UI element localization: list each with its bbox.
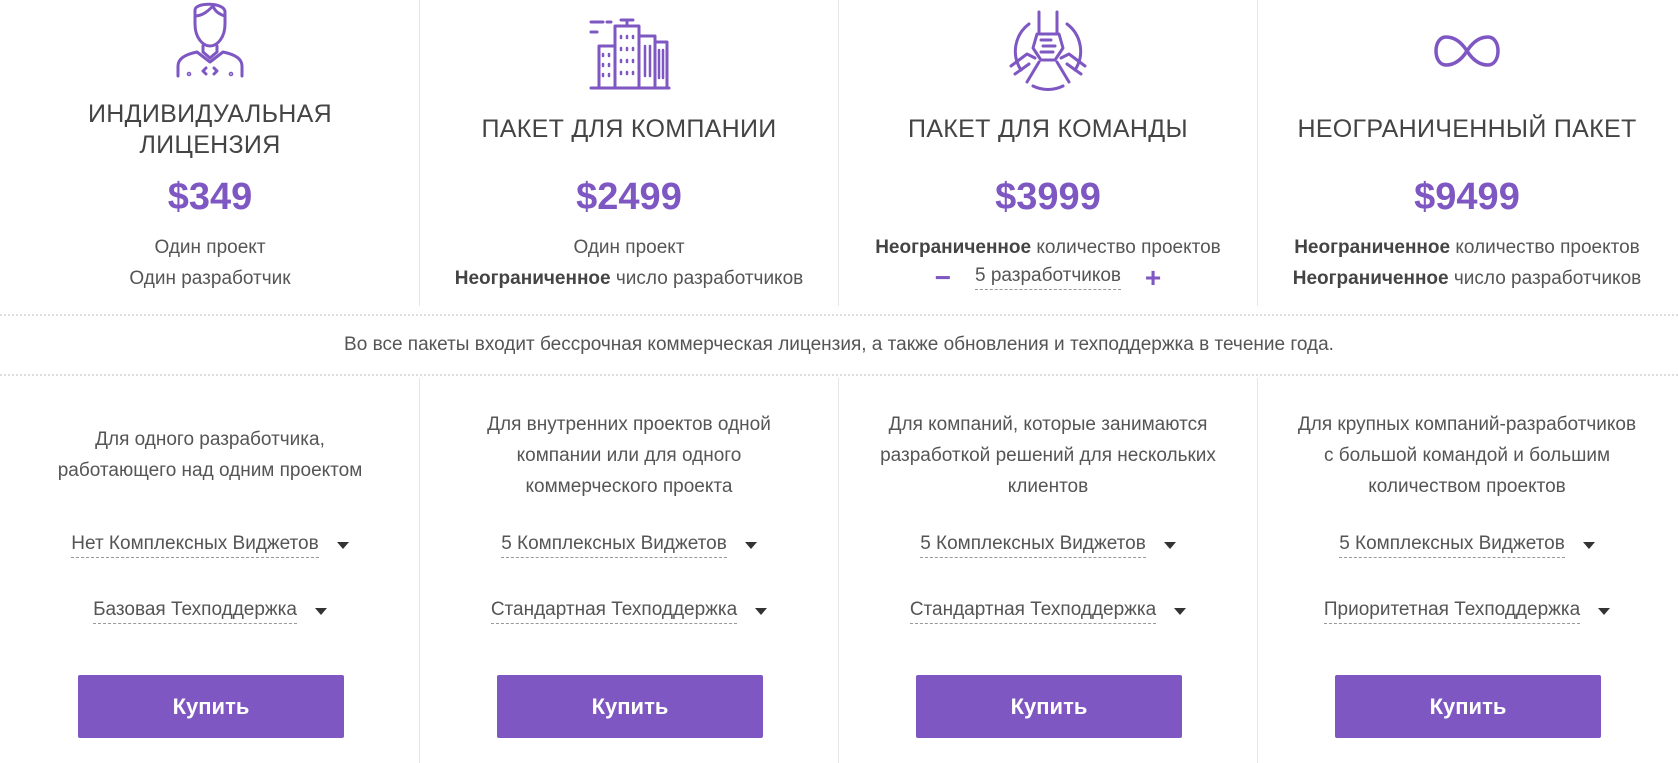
caret-down-icon <box>755 608 768 615</box>
buy-button[interactable]: Купить <box>1335 675 1601 738</box>
widgets-dropdown[interactable]: 5 Комплексных Виджетов <box>838 533 1258 558</box>
support-dropdown[interactable]: Стандартная Техподдержка <box>838 599 1258 624</box>
plan-title: ПАКЕТ ДЛЯ КОМПАНИИ <box>481 115 777 143</box>
plan-description: Для одного разработчика, работающего над… <box>57 429 363 481</box>
support-dropdown-label: Стандартная Техподдержка <box>490 599 738 624</box>
team-hands-icon <box>1007 10 1089 97</box>
unlimited-label: Неограниченное <box>875 237 1032 258</box>
caret-down-icon <box>314 608 327 615</box>
column-separator <box>838 0 839 306</box>
unlimited-label: Неограниченное <box>1294 237 1451 258</box>
column-separator <box>1257 0 1258 306</box>
plan-title: ПАКЕТ ДЛЯ КОМАНДЫ <box>908 115 1188 143</box>
support-dropdown-label: Базовая Техподдержка <box>93 599 297 624</box>
plan-projects: Один проект <box>573 237 685 258</box>
increase-developers-button[interactable]: + <box>1141 263 1165 291</box>
plan-title: НЕОГРАНИЧЕННЫЙ ПАКЕТ <box>1297 115 1637 143</box>
projects-label: количество проектов <box>1031 237 1221 258</box>
license-notice: Во все пакеты входит бессрочная коммерче… <box>0 314 1678 376</box>
support-dropdown[interactable]: Стандартная Техподдержка <box>419 599 839 624</box>
caret-down-icon <box>336 542 349 549</box>
developers-count: 5 разработчиков <box>974 265 1122 290</box>
plan-projects: Неограниченное количество проектов <box>838 236 1258 260</box>
pricing-page: ИНДИВИДУАЛЬНАЯ ЛИЦЕНЗИЯ $349 Один проект… <box>0 0 1678 763</box>
unlimited-label: Неограниченное <box>454 268 611 289</box>
caret-down-icon <box>1582 542 1595 549</box>
plan-developers: Неограниченное число разработчиков <box>1257 267 1677 291</box>
decrease-developers-button[interactable]: − <box>931 263 955 291</box>
widgets-dropdown-label: Нет Комплексных Виджетов <box>71 533 319 558</box>
widgets-dropdown[interactable]: 5 Комплексных Виджетов <box>419 533 839 558</box>
unlimited-label: Неограниченное <box>1292 268 1449 289</box>
developers-label: число разработчиков <box>1448 268 1642 289</box>
plan-developers: Один разработчик <box>129 268 291 289</box>
buildings-icon <box>589 16 671 95</box>
plan-projects: Неограниченное количество проектов <box>1257 236 1677 260</box>
buy-button[interactable]: Купить <box>916 675 1182 738</box>
plan-price: $2499 <box>576 176 682 218</box>
plan-developers: Неограниченное число разработчиков <box>419 267 839 291</box>
widgets-dropdown[interactable]: 5 Комплексных Виджетов <box>1257 533 1677 558</box>
plan-price: $349 <box>167 176 253 218</box>
developer-icon <box>175 0 245 83</box>
developers-stepper: − 5 разработчиков + <box>838 263 1258 291</box>
infinity-icon <box>1434 34 1500 73</box>
support-dropdown[interactable]: Базовая Техподдержка <box>0 599 420 624</box>
widgets-dropdown-label: 5 Комплексных Виджетов <box>501 533 727 558</box>
widgets-dropdown-label: 5 Комплексных Виджетов <box>1339 533 1565 558</box>
plan-price: $9499 <box>1414 176 1520 218</box>
caret-down-icon <box>1163 542 1176 549</box>
developers-label: число разработчиков <box>610 268 804 289</box>
buy-button[interactable]: Купить <box>78 675 344 738</box>
caret-down-icon <box>1598 608 1611 615</box>
plan-projects: Один проект <box>154 237 266 258</box>
plan-title: ИНДИВИДУАЛЬНАЯ ЛИЦЕНЗИЯ <box>87 100 332 159</box>
buy-button[interactable]: Купить <box>497 675 763 738</box>
caret-down-icon <box>1174 608 1187 615</box>
plan-description: Для компаний, которые занимаются разрабо… <box>880 414 1216 497</box>
support-dropdown-label: Приоритетная Техподдержка <box>1323 599 1581 624</box>
projects-label: количество проектов <box>1450 237 1640 258</box>
support-dropdown-label: Стандартная Техподдержка <box>909 599 1157 624</box>
widgets-dropdown[interactable]: Нет Комплексных Виджетов <box>0 533 420 558</box>
plan-description: Для крупных компаний-разработчиков с бол… <box>1297 414 1637 497</box>
plan-price: $3999 <box>995 176 1101 218</box>
support-dropdown[interactable]: Приоритетная Техподдержка <box>1257 599 1677 624</box>
plan-description: Для внутренних проектов одной компании и… <box>487 414 771 497</box>
caret-down-icon <box>744 542 757 549</box>
widgets-dropdown-label: 5 Комплексных Виджетов <box>920 533 1146 558</box>
